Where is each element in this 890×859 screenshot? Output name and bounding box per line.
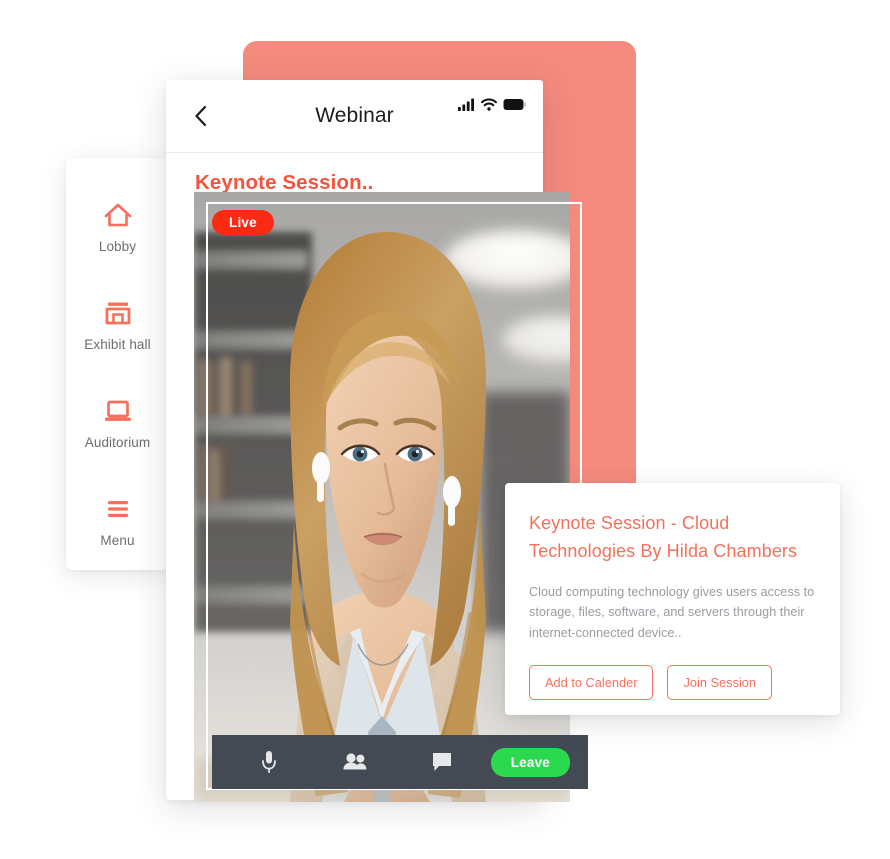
back-button[interactable] (188, 103, 214, 129)
live-badge: Live (212, 210, 274, 235)
participants-button[interactable] (312, 751, 398, 773)
session-info-card: Keynote Session - Cloud Technologies By … (505, 483, 840, 715)
leave-button[interactable]: Leave (490, 747, 570, 777)
app-top-bar: Webinar (166, 80, 543, 153)
people-icon (343, 753, 367, 770)
microphone-button[interactable] (226, 749, 312, 775)
microphone-icon (262, 751, 277, 773)
sidebar-item-label: Lobby (98, 239, 137, 254)
status-bar (458, 98, 527, 116)
session-heading: Keynote Session.. (195, 171, 374, 194)
video-control-bar: Leave (212, 735, 588, 789)
sidebar-item-label: Auditorium (84, 435, 151, 450)
sidebar-item-lobby[interactable]: Lobby (66, 178, 169, 276)
wifi-icon (481, 98, 497, 116)
sidebar-nav-card: Lobby Exhibit hall Auditorium Menu (66, 158, 169, 570)
laptop-icon (101, 396, 135, 426)
add-to-calendar-button[interactable]: Add to Calender (529, 664, 654, 700)
session-info-title-line2: Technologies By Hilda Chambers (529, 540, 798, 561)
chat-bubble-icon (432, 753, 451, 771)
sidebar-item-label: Menu (100, 533, 135, 548)
join-session-button[interactable]: Join Session (667, 664, 773, 700)
battery-full-icon (503, 98, 527, 116)
mockup-stage: Lobby Exhibit hall Auditorium Menu Webin… (0, 0, 890, 859)
session-actions: Add to Calender Join Session (529, 664, 816, 700)
chevron-left-icon (195, 105, 207, 127)
storefront-icon (101, 298, 135, 328)
chat-button[interactable] (398, 751, 484, 773)
sidebar-item-label: Exhibit hall (84, 337, 151, 352)
session-description: Cloud computing technology gives users a… (529, 584, 815, 640)
cellular-signal-icon (458, 98, 475, 116)
sidebar-item-menu[interactable]: Menu (66, 472, 169, 570)
session-info-title: Keynote Session - Cloud Technologies By … (529, 510, 816, 566)
hamburger-menu-icon (101, 494, 135, 524)
sidebar-item-auditorium[interactable]: Auditorium (66, 374, 169, 472)
home-icon (101, 200, 135, 230)
sidebar-item-exhibit-hall[interactable]: Exhibit hall (66, 276, 169, 374)
session-info-title-line1: Keynote Session - Cloud (529, 513, 730, 533)
